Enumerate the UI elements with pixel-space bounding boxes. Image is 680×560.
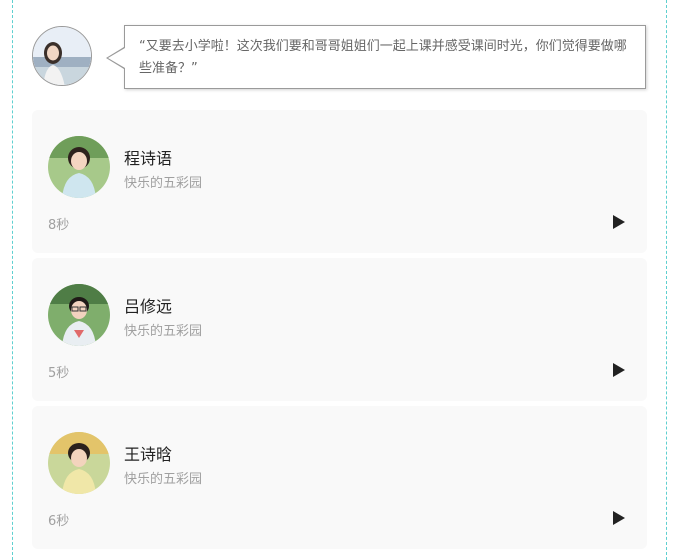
student-avatar — [48, 284, 110, 346]
student-name: 王诗晗 — [124, 445, 173, 464]
audio-duration: 8秒 — [48, 218, 70, 233]
girl-photo-avatar-icon — [48, 136, 110, 198]
teacher-photo-icon — [33, 27, 91, 85]
school-name: 快乐的五彩园 — [124, 176, 203, 191]
girl-photo-avatar-icon — [48, 432, 110, 494]
answer-card: 程诗语 快乐的五彩园 8秒 — [32, 110, 647, 253]
play-button[interactable] — [610, 213, 628, 231]
student-avatar — [48, 136, 110, 198]
play-icon — [613, 363, 625, 377]
student-avatar — [48, 432, 110, 494]
prompt-bubble: “又要去小学啦！这次我们要和哥哥姐姐们一起上课并感受课间时光，你们觉得要做哪些准… — [124, 25, 646, 89]
bubble-tail-fill — [108, 48, 125, 68]
audio-duration: 6秒 — [48, 514, 70, 529]
answer-card: 王诗晗 快乐的五彩园 6秒 — [32, 406, 647, 549]
audio-duration: 5秒 — [48, 366, 70, 381]
student-name: 吕修远 — [124, 297, 173, 316]
boy-photo-avatar-icon — [48, 284, 110, 346]
answer-card: 吕修远 快乐的五彩园 5秒 — [32, 258, 647, 401]
play-button[interactable] — [610, 509, 628, 527]
school-name: 快乐的五彩园 — [124, 472, 203, 487]
student-name: 程诗语 — [124, 149, 173, 168]
play-button[interactable] — [610, 361, 628, 379]
teacher-avatar — [32, 26, 92, 86]
prompt-text: “又要去小学啦！这次我们要和哥哥姐姐们一起上课并感受课间时光，你们觉得要做哪些准… — [139, 39, 627, 76]
play-icon — [613, 215, 625, 229]
school-name: 快乐的五彩园 — [124, 324, 203, 339]
play-icon — [613, 511, 625, 525]
